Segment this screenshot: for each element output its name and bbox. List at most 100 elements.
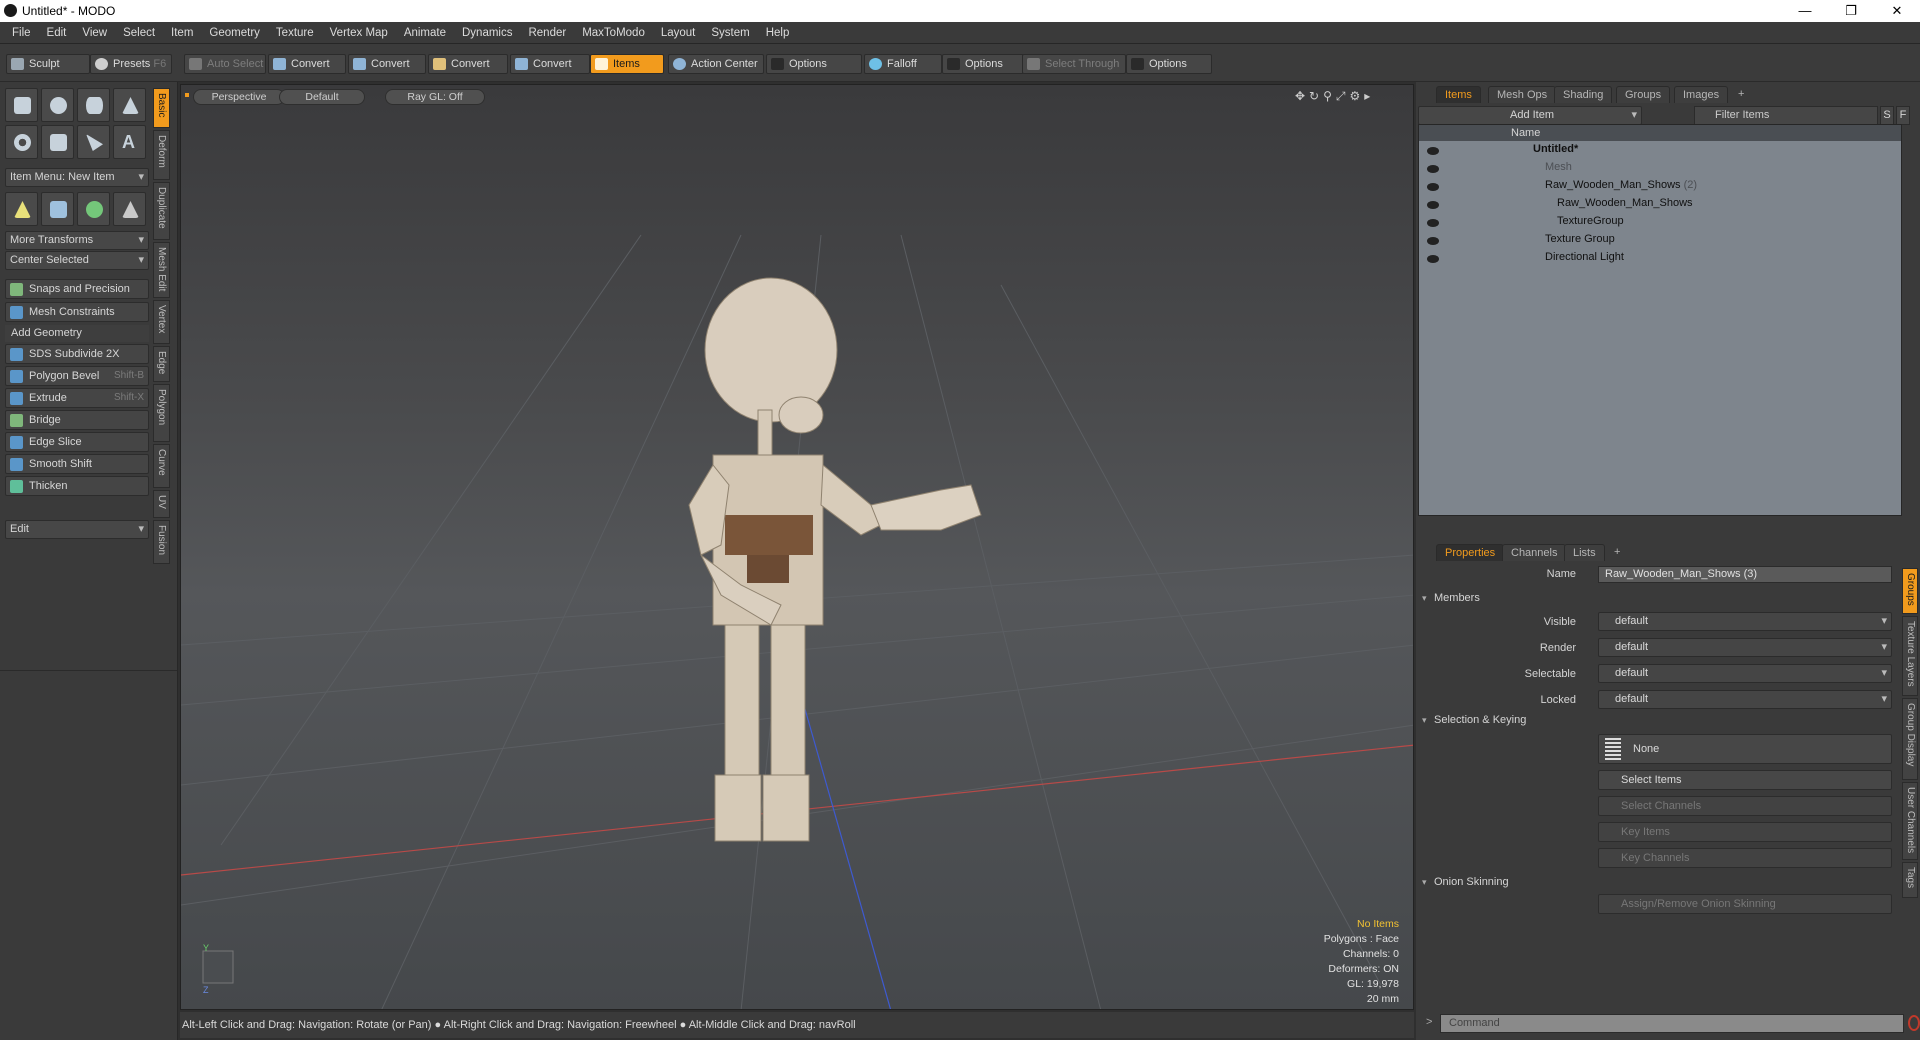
items-list[interactable]: Name Untitled* Mesh Raw_Wooden_Man_Shows… (1418, 124, 1902, 516)
item-menu-dropdown[interactable]: Item Menu: New Item (5, 168, 149, 187)
key-items-button[interactable]: Key Items (1598, 822, 1892, 842)
visible-select[interactable]: default (1598, 612, 1892, 631)
tree-item-scene[interactable]: Untitled* (1533, 143, 1578, 155)
tree-item-texture-group[interactable]: Texture Group (1545, 233, 1615, 245)
smooth-shift-button[interactable]: Smooth Shift (5, 454, 149, 474)
auto-select-button[interactable]: Auto Select (184, 54, 266, 74)
onion-skinning-section[interactable]: Onion Skinning (1418, 874, 1902, 891)
sculpt-button[interactable]: Sculpt (6, 54, 90, 74)
extrude-button[interactable]: Extrude Shift-X (5, 388, 149, 408)
key-channels-button[interactable]: Key Channels (1598, 848, 1892, 868)
rvtab-group-display[interactable]: Group Display (1902, 698, 1918, 780)
rvtab-texture-layers[interactable]: Texture Layers (1902, 616, 1918, 696)
items-mode-button[interactable]: Items (590, 54, 664, 74)
tab-channels[interactable]: Channels (1502, 544, 1567, 561)
visibility-eye-icon[interactable] (1427, 165, 1439, 173)
vtab-curve[interactable]: Curve (153, 444, 170, 488)
members-section[interactable]: Members (1418, 590, 1902, 607)
selection-keying-section[interactable]: Selection & Keying (1418, 712, 1902, 729)
restore-button[interactable]: ❐ (1828, 0, 1874, 22)
menu-edit[interactable]: Edit (39, 27, 75, 39)
vtab-polygon[interactable]: Polygon (153, 384, 170, 442)
menu-file[interactable]: File (4, 27, 39, 39)
vtab-vertex[interactable]: Vertex (153, 300, 170, 344)
convert-button-1[interactable]: Convert (268, 54, 346, 74)
menu-layout[interactable]: Layout (653, 27, 704, 39)
visibility-eye-icon[interactable] (1427, 219, 1439, 227)
visibility-eye-icon[interactable] (1427, 147, 1439, 155)
select-items-button[interactable]: Select Items (1598, 770, 1892, 790)
menu-item[interactable]: Item (163, 27, 201, 39)
tab-images[interactable]: Images (1674, 86, 1729, 103)
text-button[interactable]: A (113, 125, 146, 159)
options-button-1[interactable]: Options (766, 54, 862, 74)
presets-button[interactable]: Presets F6 (90, 54, 172, 74)
action-center-button[interactable]: Action Center (668, 54, 764, 74)
sds-subdivide-button[interactable]: SDS Subdivide 2X (5, 344, 149, 364)
options-button-2[interactable]: Options (942, 54, 1024, 74)
filter-s-button[interactable]: S (1880, 106, 1894, 125)
torus-button[interactable] (5, 125, 38, 159)
add-item-dropdown[interactable]: Add Item (1418, 106, 1642, 125)
more-transforms-dropdown[interactable]: More Transforms (5, 231, 149, 250)
select-through-button[interactable]: Select Through (1022, 54, 1126, 74)
rvtab-tags[interactable]: Tags (1902, 862, 1918, 898)
menu-view[interactable]: View (74, 27, 115, 39)
menu-animate[interactable]: Animate (396, 27, 454, 39)
move-button[interactable] (41, 192, 74, 226)
tab-add-button[interactable]: + (1730, 86, 1752, 103)
tab-groups[interactable]: Groups (1616, 86, 1671, 103)
snaps-precision-button[interactable]: Snaps and Precision (5, 279, 149, 299)
close-button[interactable]: ✕ (1874, 0, 1920, 22)
column-name-header[interactable]: Name (1511, 127, 1540, 139)
polygon-bevel-button[interactable]: Polygon Bevel Shift-B (5, 366, 149, 386)
filter-items-input[interactable]: Filter Items (1694, 106, 1878, 125)
menu-geometry[interactable]: Geometry (201, 27, 268, 39)
3d-viewport[interactable]: Perspective Default Ray GL: Off ✥↻⚲⤢⚙▸ Y… (180, 84, 1414, 1010)
convert-button-2[interactable]: Convert (348, 54, 426, 74)
visibility-eye-icon[interactable] (1427, 201, 1439, 209)
transform-button[interactable] (5, 192, 38, 226)
select-channels-button[interactable]: Select Channels (1598, 796, 1892, 816)
edit-dropdown[interactable]: Edit (5, 520, 149, 539)
tab-items[interactable]: Items (1436, 86, 1481, 103)
menu-vertex-map[interactable]: Vertex Map (322, 27, 396, 39)
rotate-button[interactable] (77, 192, 110, 226)
tab-shading[interactable]: Shading (1554, 86, 1613, 103)
tab-mesh-ops[interactable]: Mesh Ops (1488, 86, 1557, 103)
convert-button-3[interactable]: Convert (428, 54, 508, 74)
center-selected-dropdown[interactable]: Center Selected (5, 251, 149, 270)
options-button-3[interactable]: Options (1126, 54, 1212, 74)
vtab-fusion[interactable]: Fusion (153, 520, 170, 564)
tree-item-texturegroup[interactable]: TextureGroup (1557, 215, 1624, 227)
locked-select[interactable]: default (1598, 690, 1892, 709)
rvtab-user-channels[interactable]: User Channels (1902, 782, 1918, 860)
visibility-eye-icon[interactable] (1427, 237, 1439, 245)
name-field[interactable]: Raw_Wooden_Man_Shows (3) (1598, 566, 1892, 583)
prop-tab-add-button[interactable]: + (1606, 544, 1628, 561)
convert-button-4[interactable]: Convert (510, 54, 590, 74)
menu-texture[interactable]: Texture (268, 27, 322, 39)
filter-f-button[interactable]: F (1896, 106, 1910, 125)
cone-button[interactable] (113, 88, 146, 122)
tree-item-mesh-child[interactable]: Raw_Wooden_Man_Shows (1557, 197, 1693, 209)
menu-system[interactable]: System (703, 27, 757, 39)
menu-maxtomodo[interactable]: MaxToModo (574, 27, 653, 39)
menu-select[interactable]: Select (115, 27, 163, 39)
menu-render[interactable]: Render (520, 27, 574, 39)
rvtab-groups[interactable]: Groups (1902, 568, 1918, 614)
scale-button[interactable] (113, 192, 146, 226)
vtab-edge[interactable]: Edge (153, 346, 170, 382)
wooden-man-model[interactable] (688, 277, 982, 842)
cube-button[interactable] (5, 88, 38, 122)
menu-help[interactable]: Help (758, 27, 798, 39)
cylinder-button[interactable] (77, 88, 110, 122)
edge-slice-button[interactable]: Edge Slice (5, 432, 149, 452)
bridge-button[interactable]: Bridge (5, 410, 149, 430)
add-geometry-section[interactable]: Add Geometry (5, 325, 149, 342)
tree-item-group[interactable]: Raw_Wooden_Man_Shows (2) (1545, 179, 1697, 191)
vtab-basic[interactable]: Basic (153, 88, 170, 128)
vtab-deform[interactable]: Deform (153, 130, 170, 180)
wedge-button[interactable] (77, 125, 110, 159)
color-none-button[interactable]: None (1598, 734, 1892, 764)
